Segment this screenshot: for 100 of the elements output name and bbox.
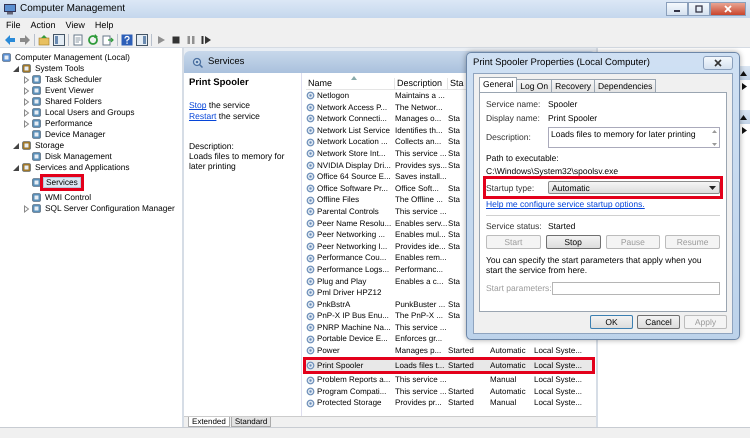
help-link[interactable]: Help me configure service startup options. — [486, 199, 645, 210]
expand-arrow-icon[interactable] — [22, 98, 30, 106]
expand-arrow-icon[interactable] — [22, 204, 30, 212]
description-cell: Identifies th... — [395, 126, 443, 135]
column-header[interactable]: Name — [306, 78, 395, 89]
description-cell: PunkBuster ... — [395, 300, 446, 309]
dialog-tab[interactable]: Log On — [516, 78, 552, 92]
service-button[interactable]: Stop — [546, 234, 600, 249]
status-cell: Sta — [448, 218, 460, 228]
status-cell: Sta — [448, 184, 460, 193]
description-cell: Provides ide... — [395, 242, 446, 251]
tree-item[interactable]: Task Scheduler — [43, 74, 104, 84]
status-cell: Started — [448, 398, 474, 408]
submenu-arrow-icon[interactable] — [742, 82, 747, 90]
tree-item[interactable]: Event Viewer — [43, 86, 96, 96]
service-name-cell: Portable Device E... — [317, 334, 388, 344]
refresh-icon[interactable] — [87, 34, 99, 46]
description-text: Loads files to memory for later printing — [189, 150, 286, 172]
service-row[interactable]: Print Spooler Loads files t... Started Automatic Local Syste... — [306, 360, 592, 372]
caret-icon — [709, 186, 716, 190]
service-name-cell: Parental Controls — [317, 206, 379, 217]
description-cell: This service ... — [395, 206, 447, 216]
dialog-tab[interactable]: Dependencies — [594, 78, 656, 92]
menu-item[interactable]: View — [66, 20, 85, 30]
menu-item[interactable]: Help — [94, 20, 114, 30]
help-icon[interactable] — [121, 34, 133, 46]
restart-icon[interactable] — [200, 34, 212, 46]
dialog-tab[interactable]: General — [479, 77, 518, 92]
sort-icon — [351, 76, 357, 80]
menu-item[interactable]: File — [6, 20, 21, 30]
expand-arrow-icon[interactable] — [22, 120, 30, 128]
expand-arrow-icon[interactable] — [22, 86, 30, 94]
forward-icon[interactable] — [19, 34, 31, 46]
tree-item[interactable]: Local Users and Groups — [43, 108, 136, 118]
dialog-button[interactable]: Cancel — [637, 315, 680, 329]
service-name-cell: Performance Cou... — [317, 253, 386, 263]
status-cell: Sta — [448, 114, 460, 124]
service-name-cell: Network Location ... — [317, 137, 388, 147]
description-field[interactable]: Loads files to memory for later printing — [548, 127, 720, 148]
start-parameters-field[interactable] — [552, 282, 720, 295]
startup-type-dropdown[interactable]: Automatic — [548, 181, 720, 194]
collapse-arrow-icon[interactable] — [12, 64, 20, 72]
menu-item[interactable]: Action — [30, 20, 56, 30]
service-name-cell: Protected Storage — [317, 398, 382, 408]
tree-item[interactable]: SQL Server Configuration Manager — [43, 204, 177, 214]
log-on-cell: Local Syste... — [534, 360, 582, 370]
tree-item[interactable]: WMI Control — [43, 192, 94, 202]
field-label: Startup type: — [486, 182, 536, 193]
maximize-button[interactable] — [688, 2, 710, 16]
status-cell: Started — [448, 346, 474, 356]
folder-up-icon[interactable] — [38, 34, 50, 46]
back-icon[interactable] — [4, 34, 16, 46]
startup-type-cell: Manual — [490, 398, 516, 408]
service-name-cell: Plug and Play — [317, 276, 366, 286]
expand-arrow-icon[interactable] — [22, 108, 30, 116]
description-cell: Office Soft... — [395, 184, 439, 193]
scroll-arrows-icon[interactable] — [712, 129, 717, 147]
expand-arrow-icon[interactable] — [22, 76, 30, 84]
submenu-arrow-icon[interactable] — [742, 126, 747, 134]
export-icon[interactable] — [102, 34, 114, 46]
tree-item[interactable]: Shared Folders — [43, 96, 104, 106]
view-tab[interactable]: Standard — [230, 417, 272, 427]
tree-item[interactable]: Device Manager — [43, 130, 108, 140]
pane-icon[interactable] — [136, 34, 148, 46]
stop-icon[interactable] — [170, 34, 182, 46]
service-name-cell: Print Spooler — [317, 360, 364, 370]
collapse-arrow-icon[interactable] — [12, 164, 20, 172]
description-cell: Enables a c... — [395, 276, 444, 286]
collapse-icon[interactable] — [740, 70, 747, 76]
status-cell: Sta — [448, 160, 460, 170]
startup-type-cell: Automatic — [490, 346, 526, 356]
tree-item[interactable]: Storage — [33, 140, 66, 150]
close-button[interactable] — [703, 56, 733, 70]
dialog-tab[interactable]: Recovery — [551, 78, 596, 92]
action-link[interactable]: Restart — [189, 110, 216, 121]
dialog-button[interactable]: OK — [590, 315, 633, 329]
description-label: Description: — [189, 140, 235, 151]
column-header[interactable]: Description — [395, 78, 448, 89]
minimize-button[interactable] — [666, 2, 688, 16]
tree-item[interactable]: Disk Management — [43, 152, 114, 162]
view-tab[interactable]: Extended — [188, 417, 230, 427]
service-name: Print Spooler — [189, 77, 250, 88]
status-cell: Sta — [448, 300, 460, 309]
tree-item[interactable]: System Tools — [33, 64, 86, 74]
tree-item[interactable]: Services and Applications — [33, 162, 132, 172]
service-name-cell: Peer Name Resolu... — [317, 218, 392, 228]
tree-item[interactable]: Computer Management (Local) — [13, 52, 132, 62]
action-link[interactable]: Stop — [189, 100, 206, 110]
description-cell: Provides pr... — [395, 398, 442, 408]
panel-icon[interactable] — [53, 34, 65, 46]
collapse-arrow-icon[interactable] — [12, 142, 20, 150]
tree-item[interactable]: Services — [43, 176, 81, 188]
collapse-icon[interactable] — [740, 114, 747, 120]
action-text: Restart the service — [189, 110, 261, 121]
service-name-cell: NVIDIA Display Dri... — [317, 160, 391, 170]
properties-icon[interactable] — [72, 34, 84, 46]
tree-item[interactable]: Performance — [43, 118, 94, 128]
startup-type-cell: Automatic — [490, 386, 526, 396]
description-cell: This service ... — [395, 322, 447, 332]
service-name-cell: Peer Networking I... — [317, 242, 388, 252]
